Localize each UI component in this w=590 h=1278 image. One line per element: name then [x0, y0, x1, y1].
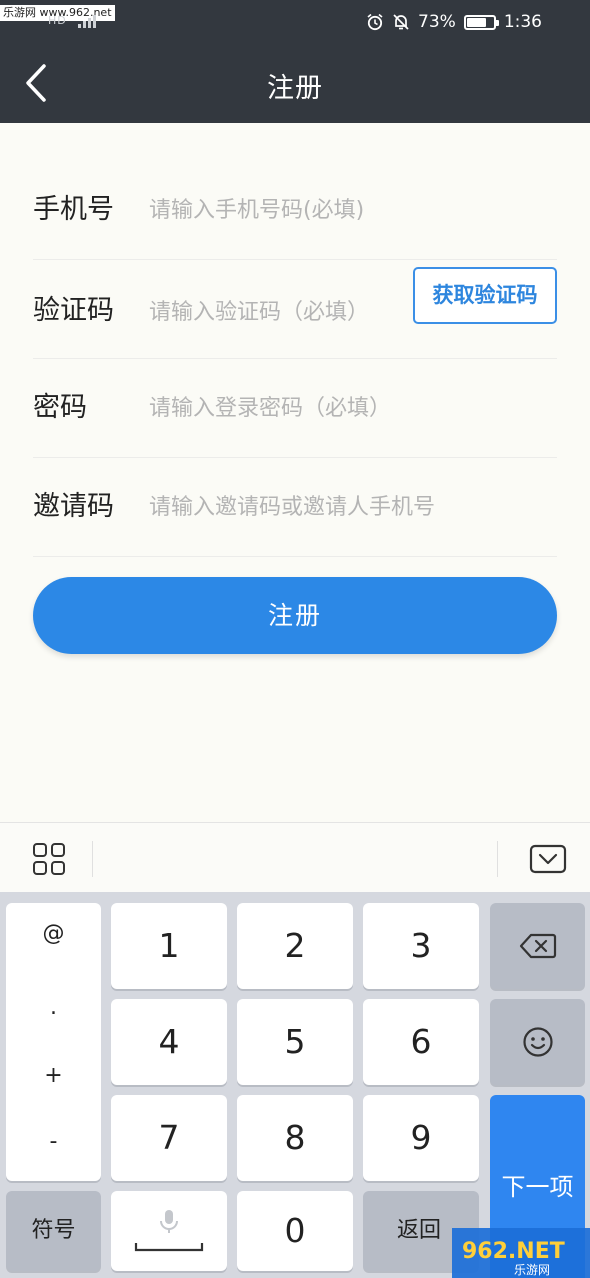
- register-button[interactable]: 注册: [33, 577, 557, 654]
- phone-input[interactable]: [149, 185, 409, 235]
- symbol-key[interactable]: .: [6, 995, 101, 1020]
- password-input[interactable]: [149, 383, 409, 433]
- bell-off-icon: [393, 14, 409, 30]
- space-bar-icon: [134, 1243, 204, 1252]
- screen: 乐游网 www.962.net HD 73% 1:36 注册 手机号 请输入手机…: [0, 0, 590, 1278]
- keyboard-toolbar: [0, 822, 590, 892]
- symbol-key[interactable]: -: [6, 1129, 101, 1154]
- microphone-icon: [160, 1210, 178, 1233]
- key-4[interactable]: 4: [111, 999, 227, 1085]
- space-key[interactable]: [111, 1191, 227, 1271]
- battery-icon: [463, 14, 499, 30]
- backspace-key[interactable]: [490, 903, 585, 989]
- battery-level-fill: [466, 17, 486, 27]
- site-logo: 962.NET 乐游网: [452, 1228, 590, 1278]
- key-7[interactable]: 7: [111, 1095, 227, 1181]
- page-title: 注册: [267, 73, 323, 104]
- backspace-icon: [519, 933, 556, 959]
- key-3[interactable]: 3: [363, 903, 479, 989]
- alarm-icon: [367, 13, 383, 31]
- code-row: 验证码 获取验证码: [33, 260, 557, 359]
- status-right: 73% 1:36: [366, 10, 542, 34]
- emoji-key[interactable]: [490, 999, 585, 1085]
- invite-label: 邀请码: [33, 491, 114, 522]
- logo-subtext: 乐游网: [514, 1263, 550, 1277]
- symbol-key[interactable]: @: [6, 921, 101, 946]
- clock: 1:36: [503, 12, 542, 32]
- get-code-button[interactable]: 获取验证码: [413, 267, 557, 324]
- symbol-column: @ . + -: [6, 903, 101, 1181]
- invite-input[interactable]: [149, 482, 479, 532]
- phone-row: 手机号: [33, 161, 557, 260]
- symbols-key[interactable]: 符号: [6, 1191, 101, 1271]
- password-row: 密码: [33, 359, 557, 458]
- key-1[interactable]: 1: [111, 903, 227, 989]
- key-8[interactable]: 8: [237, 1095, 353, 1181]
- emoji-icon: [522, 1027, 553, 1057]
- code-input[interactable]: [149, 287, 409, 337]
- phone-label: 手机号: [33, 194, 114, 225]
- password-label: 密码: [33, 392, 87, 423]
- battery-percent: 73%: [418, 12, 456, 32]
- signal-icon: [78, 15, 96, 28]
- next-key-label: 下一项: [501, 1173, 574, 1201]
- toolbar-divider: [92, 841, 93, 877]
- logo-text: 962.NET: [462, 1239, 565, 1264]
- key-0[interactable]: 0: [237, 1191, 353, 1271]
- key-2[interactable]: 2: [237, 903, 353, 989]
- toolbar-divider: [497, 841, 498, 877]
- key-9[interactable]: 9: [363, 1095, 479, 1181]
- key-6[interactable]: 6: [363, 999, 479, 1085]
- network-label: HD: [48, 14, 67, 27]
- grid-icon[interactable]: [31, 841, 67, 877]
- keyboard-hide-icon[interactable]: [529, 843, 567, 875]
- symbol-key[interactable]: +: [6, 1063, 101, 1088]
- app-header: 乐游网 www.962.net HD 73% 1:36 注册: [0, 0, 590, 123]
- code-label: 验证码: [33, 295, 114, 326]
- invite-row: 邀请码: [33, 458, 557, 557]
- key-5[interactable]: 5: [237, 999, 353, 1085]
